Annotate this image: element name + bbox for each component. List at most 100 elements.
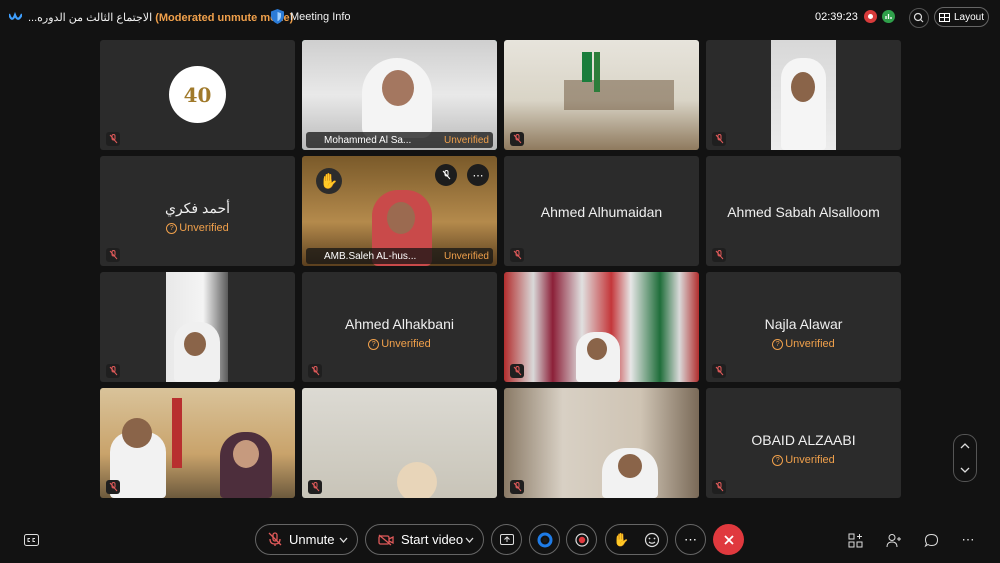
participant-name: OBAID ALZAABI xyxy=(751,432,856,448)
mic-off-icon xyxy=(106,132,120,146)
unverified-label: Unverified xyxy=(443,250,489,262)
participant-tile-active[interactable]: Mohammed Al Sa... Unverified xyxy=(302,40,497,150)
share-button[interactable] xyxy=(491,524,522,555)
participant-tile[interactable]: أحمد فكري ? Unverified xyxy=(100,156,295,266)
zoom-icon[interactable] xyxy=(909,8,929,28)
more-icon[interactable]: ⋯ xyxy=(467,164,489,186)
mic-off-icon xyxy=(712,364,726,378)
participant-tile[interactable]: ✋ ⋯ AMB.Saleh AL-hus... Unverified xyxy=(302,156,497,266)
mic-off-icon xyxy=(510,480,524,494)
layout-icon xyxy=(938,12,950,22)
end-call-button[interactable] xyxy=(713,524,744,555)
participant-tile[interactable] xyxy=(504,388,699,498)
more-icon[interactable]: ⋯ xyxy=(959,531,977,549)
chevron-up-icon[interactable] xyxy=(960,443,970,449)
recording-icon[interactable] xyxy=(864,10,877,23)
mic-off-icon xyxy=(712,248,726,262)
ai-assistant-button[interactable] xyxy=(529,524,560,555)
raised-hand-icon: ✋ xyxy=(316,168,342,194)
participant-video xyxy=(504,388,699,498)
unverified-label: ? Unverified xyxy=(706,454,901,466)
meeting-info-button[interactable]: Meeting Info xyxy=(271,9,351,24)
chat-icon[interactable] xyxy=(922,531,940,549)
meeting-info-label: Meeting Info xyxy=(290,10,351,23)
participant-tile[interactable]: Ahmed Alhumaidan xyxy=(504,156,699,266)
participant-tile[interactable] xyxy=(100,272,295,382)
participant-name: أحمد فكري xyxy=(165,200,230,216)
meeting-timer: 02:39:23 xyxy=(815,11,858,23)
unverified-label: ? Unverified xyxy=(706,338,901,350)
mic-off-icon xyxy=(106,248,120,262)
participant-video xyxy=(100,388,295,498)
participant-tile[interactable]: 40 xyxy=(100,40,295,150)
unverified-label: ? Unverified xyxy=(100,222,295,234)
participant-video xyxy=(302,388,497,498)
mic-off-icon xyxy=(268,532,282,546)
apps-icon[interactable] xyxy=(846,531,864,549)
stats-icon[interactable] xyxy=(882,10,895,23)
participant-label: AMB.Saleh AL-hus... Unverified xyxy=(306,248,493,264)
layout-button[interactable]: Layout xyxy=(934,7,989,27)
chevron-down-icon[interactable] xyxy=(465,537,474,543)
record-icon xyxy=(574,532,589,547)
participant-tile[interactable] xyxy=(504,40,699,150)
reactions-button[interactable]: ✋ xyxy=(605,524,668,555)
control-bar: Unmute Start video ✋ ⋯ ⋯ xyxy=(0,522,1000,558)
participant-tile[interactable]: Ahmed Sabah Alsalloom xyxy=(706,156,901,266)
captions-icon[interactable] xyxy=(22,531,40,549)
participant-tile[interactable]: Ahmed Alhakbani ? Unverified xyxy=(302,272,497,382)
ai-assistant-icon xyxy=(537,532,552,547)
mic-off-icon xyxy=(106,480,120,494)
reactions-icon[interactable] xyxy=(644,532,660,548)
mic-off-icon xyxy=(712,480,726,494)
layout-label: Layout xyxy=(953,11,985,23)
top-bar: ...الاجتماع الثالث من الدوره (Moderated … xyxy=(0,0,1000,34)
participant-video xyxy=(166,272,228,382)
participant-name: AMB.Saleh AL-hus... xyxy=(324,250,417,262)
participant-video xyxy=(504,40,699,150)
participant-name: Mohammed Al Sa... xyxy=(324,134,412,146)
participant-tile[interactable]: OBAID ALZAABI ? Unverified xyxy=(706,388,901,498)
participant-video xyxy=(504,272,699,382)
start-video-button[interactable]: Start video xyxy=(365,524,484,555)
share-icon xyxy=(499,533,514,545)
page-scroll-control[interactable] xyxy=(953,434,977,482)
mic-off-icon xyxy=(308,364,322,378)
participant-name: Ahmed Alhumaidan xyxy=(540,204,663,220)
participant-tile[interactable] xyxy=(100,388,295,498)
mic-off-icon xyxy=(106,364,120,378)
participant-name: Ahmed Alhakbani xyxy=(345,316,454,332)
meeting-title: ...الاجتماع الثالث من الدوره xyxy=(28,12,153,24)
start-video-label: Start video xyxy=(401,532,464,547)
end-call-icon xyxy=(723,534,734,545)
participants-icon[interactable] xyxy=(884,531,902,549)
unmute-button[interactable]: Unmute xyxy=(255,524,358,555)
participant-name: Ahmed Sabah Alsalloom xyxy=(727,204,880,220)
mic-off-icon xyxy=(510,248,524,262)
participant-label: Mohammed Al Sa... Unverified xyxy=(306,132,493,148)
gcc-40-logo: 40 xyxy=(169,66,226,123)
participant-tile[interactable]: Najla Alawar ? Unverified xyxy=(706,272,901,382)
mic-off-icon xyxy=(308,480,322,494)
mic-off-icon xyxy=(712,132,726,146)
shield-icon xyxy=(271,9,284,24)
record-button[interactable] xyxy=(566,524,597,555)
video-off-icon xyxy=(378,534,394,545)
mic-off-icon xyxy=(510,132,524,146)
webex-logo-icon xyxy=(9,11,22,20)
participant-video xyxy=(771,40,836,150)
raised-hand-icon[interactable]: ✋ xyxy=(613,532,629,548)
more-options-button[interactable]: ⋯ xyxy=(675,524,706,555)
unverified-label: Unverified xyxy=(443,134,489,146)
participant-tile[interactable] xyxy=(504,272,699,382)
more-icon: ⋯ xyxy=(684,531,697,547)
participant-name: Najla Alawar xyxy=(764,316,843,332)
unverified-label: ? Unverified xyxy=(302,338,497,350)
mic-off-icon xyxy=(510,364,524,378)
participant-tile[interactable] xyxy=(706,40,901,150)
mute-participant-button[interactable] xyxy=(435,164,457,186)
unmute-label: Unmute xyxy=(289,532,335,547)
participant-tile[interactable] xyxy=(302,388,497,498)
chevron-down-icon[interactable] xyxy=(339,537,348,543)
chevron-down-icon[interactable] xyxy=(960,467,970,473)
